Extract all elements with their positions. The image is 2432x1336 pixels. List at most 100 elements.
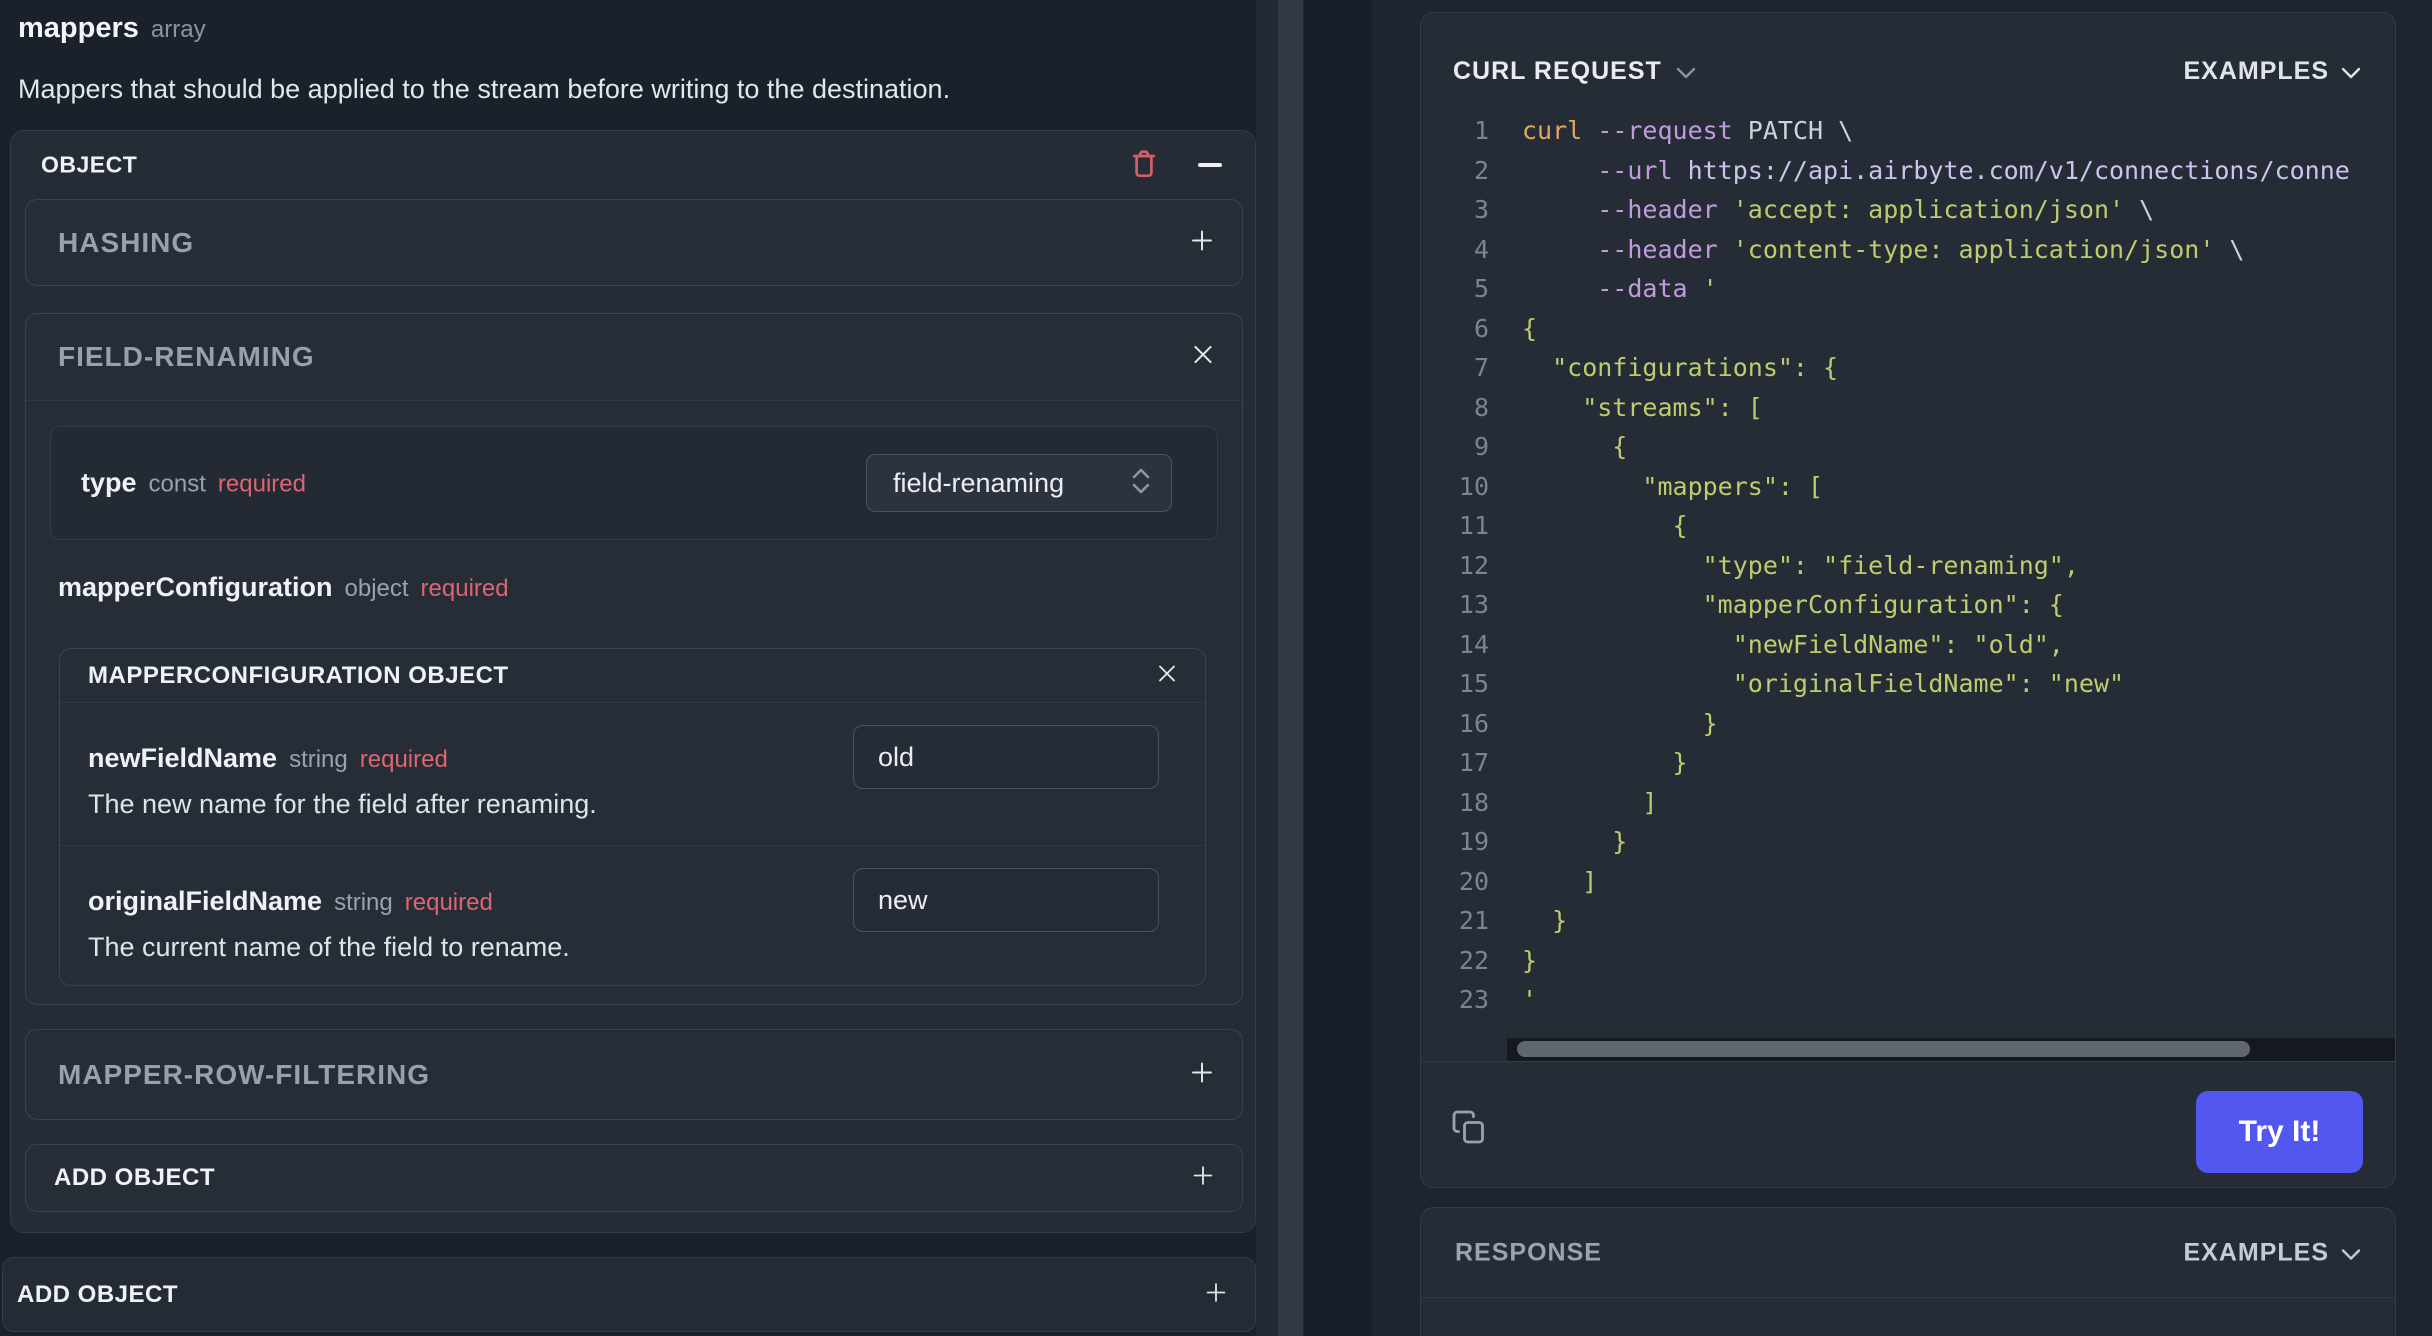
plus-icon[interactable] (1188, 1058, 1216, 1091)
line-number: 3 (1473, 195, 1489, 225)
property-heading: mappers array (18, 12, 206, 45)
type-select[interactable]: field-renaming (866, 454, 1172, 512)
close-icon[interactable] (1190, 342, 1216, 373)
try-it-button[interactable]: Try It! (2196, 1091, 2363, 1173)
field-name-label: originalFieldName (88, 886, 323, 916)
curl-request-title: CURL REQUEST (1453, 57, 1662, 85)
field-kind-label: object (344, 575, 409, 602)
plus-icon[interactable] (1188, 226, 1216, 259)
hashing-title: HASHING (58, 226, 195, 258)
response-title: RESPONSE (1455, 1238, 1602, 1266)
code-line: 9 { (1421, 427, 2395, 467)
section-mapper-row-filtering[interactable]: MAPPER-ROW-FILTERING (25, 1029, 1243, 1120)
field-description: The current name of the field to rename. (88, 932, 570, 962)
line-number: 8 (1473, 392, 1489, 422)
code-horizontal-scrollbar-thumb[interactable] (1517, 1041, 2250, 1057)
mapper-configuration-panel: MAPPERCONFIGURATION OBJECT newFieldName s… (59, 648, 1206, 986)
code-line: 4 --header 'content-type: application/js… (1421, 230, 2395, 270)
line-number: 7 (1473, 353, 1489, 383)
line-number: 10 (1458, 471, 1489, 501)
chevron-down-icon (1676, 57, 1696, 86)
close-icon[interactable] (1155, 661, 1179, 690)
code-line: 20 ] (1421, 862, 2395, 902)
code-line: 6{ (1421, 309, 2395, 349)
field-renaming-title: FIELD-RENAMING (58, 341, 315, 372)
section-hashing[interactable]: HASHING (25, 199, 1243, 286)
code-horizontal-scrollbar-track (1507, 1038, 2395, 1061)
code-text: "mappers": [ (1522, 471, 1824, 501)
field-name-label: type (81, 467, 137, 498)
code-footer: Try It! (1421, 1061, 2395, 1187)
code-text: "originalFieldName": "new" (1522, 669, 2125, 699)
code-line: 15 "originalFieldName": "new" (1421, 664, 2395, 704)
delete-object-button[interactable] (1127, 148, 1161, 182)
originalfieldname-input[interactable] (853, 868, 1159, 932)
code-text: { (1522, 313, 1538, 343)
field-kind-label: string (334, 889, 393, 916)
chevron-down-icon (2341, 1238, 2361, 1267)
mapper-row-filtering-header: MAPPER-ROW-FILTERING (26, 1030, 1242, 1119)
property-type: array (150, 16, 206, 43)
code-text: "configurations": { (1522, 353, 1839, 383)
code-text: ' (1522, 985, 1538, 1015)
line-number: 13 (1458, 590, 1489, 620)
code-line: 23 ' (1421, 980, 2395, 1020)
line-number: 6 (1473, 313, 1489, 343)
code-line: 13 "mapperConfiguration": { (1421, 585, 2395, 625)
code-text: } (1522, 945, 1538, 975)
code-line: 3 --header 'accept: application/json' \ (1421, 190, 2395, 230)
examples-label: EXAMPLES (2183, 57, 2329, 85)
object-panel-title: OBJECT (41, 151, 138, 178)
collapse-object-button[interactable] (1193, 148, 1227, 182)
code-line: 16 } (1421, 704, 2395, 744)
line-number: 5 (1473, 274, 1489, 304)
add-object-inner-button[interactable]: ADD OBJECT (25, 1144, 1243, 1212)
curl-request-dropdown[interactable]: CURL REQUEST (1453, 57, 1696, 86)
add-object-outer-label: ADD OBJECT (17, 1280, 179, 1308)
add-object-outer-button[interactable]: ADD OBJECT (2, 1257, 1256, 1332)
code-text: "mapperConfiguration": { (1522, 590, 2064, 620)
code-text: ] (1522, 787, 1658, 817)
copy-code-button[interactable] (1451, 1108, 1487, 1149)
line-number: 11 (1458, 511, 1489, 541)
line-number: 4 (1473, 234, 1489, 264)
type-field-label: type const required (81, 468, 306, 499)
mapper-row-filtering-title: MAPPER-ROW-FILTERING (58, 1058, 430, 1090)
request-examples-dropdown[interactable]: EXAMPLES (2183, 57, 2361, 86)
line-number: 21 (1458, 906, 1489, 936)
line-number: 9 (1473, 432, 1489, 462)
code-text: --url https://api.airbyte.com/v1/connect… (1522, 155, 2350, 185)
code-text: } (1522, 708, 1718, 738)
examples-label: EXAMPLES (2183, 1238, 2329, 1266)
add-object-inner-label: ADD OBJECT (54, 1164, 216, 1191)
line-number: 17 (1458, 748, 1489, 778)
newfieldname-input[interactable] (853, 725, 1159, 789)
code-line: 14 "newFieldName": "old", (1421, 625, 2395, 665)
field-label: newFieldName string required (88, 743, 448, 774)
minus-icon (1198, 163, 1222, 167)
field-kind-label: const (148, 470, 206, 498)
mapper-configuration-title: MAPPERCONFIGURATION OBJECT (88, 661, 509, 689)
add-object-outer-header: ADD OBJECT (3, 1258, 1255, 1331)
line-number: 15 (1458, 669, 1489, 699)
line-number: 22 (1458, 945, 1489, 975)
field-required-label: required (359, 746, 448, 773)
code-block[interactable]: 1 curl --request PATCH \ 2 --url https://a… (1421, 111, 2395, 1036)
code-text: ] (1522, 866, 1598, 896)
code-line: 7 "configurations": { (1421, 348, 2395, 388)
code-line: 21 } (1421, 901, 2395, 941)
code-line: 10 "mappers": [ (1421, 467, 2395, 507)
field-name-label: mapperConfiguration (58, 572, 333, 602)
page-scrollbar-thumb[interactable] (1278, 0, 1303, 1336)
field-name-label: newFieldName (88, 743, 278, 773)
code-text: } (1522, 827, 1628, 857)
section-field-renaming: FIELD-RENAMING type const required field-r… (25, 313, 1243, 1005)
object-panel-actions (1127, 131, 1227, 199)
response-header: RESPONSE EXAMPLES (1421, 1208, 2395, 1298)
response-examples-dropdown[interactable]: EXAMPLES (2183, 1238, 2361, 1267)
add-object-inner-header: ADD OBJECT (26, 1145, 1242, 1211)
code-text: --data ' (1522, 274, 1718, 304)
object-panel-header: OBJECT (11, 131, 1255, 199)
request-column: CURL REQUEST EXAMPLES 1 curl --request P… (1372, 0, 2432, 1336)
code-text: { (1522, 432, 1628, 462)
